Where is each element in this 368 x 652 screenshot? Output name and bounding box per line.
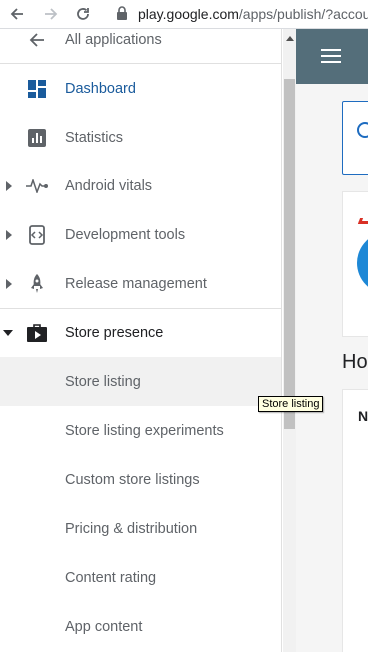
- sidebar-subitem-label: Store listing experiments: [65, 422, 224, 439]
- forward-arrow-icon[interactable]: [40, 3, 62, 25]
- sidebar-item-label: Dashboard: [65, 80, 136, 97]
- sidebar-subitem-label: App content: [65, 618, 143, 635]
- app-header: [296, 29, 368, 84]
- search-card[interactable]: [342, 101, 368, 175]
- lock-icon: [116, 5, 128, 26]
- sidebar-item-label: Store presence: [65, 324, 164, 341]
- sidebar-item-label: Release management: [65, 275, 207, 292]
- sidebar-item-dashboard[interactable]: Dashboard: [0, 64, 281, 113]
- browser-toolbar: play.google.com/apps/publish/?accou: [0, 0, 368, 29]
- sidebar-item-all-applications[interactable]: All applications: [0, 29, 281, 64]
- rocket-icon: [26, 273, 48, 295]
- sidebar-subitem-label: Pricing & distribution: [65, 520, 198, 537]
- sidebar-item-android-vitals[interactable]: Android vitals: [0, 161, 281, 210]
- menu-icon[interactable]: [321, 49, 341, 65]
- arrow-back-icon: [26, 29, 48, 51]
- sidebar-subitem-label: Content rating: [65, 569, 157, 586]
- sidebar-subitem-label: Custom store listings: [65, 471, 200, 488]
- sidebar-item-development-tools[interactable]: Development tools: [0, 210, 281, 259]
- sidebar-item-label: Android vitals: [65, 177, 153, 194]
- caret-right-icon: [6, 180, 12, 191]
- dev-tools-icon: [26, 224, 48, 246]
- back-arrow-icon[interactable]: [6, 3, 28, 25]
- screen: play.google.com/apps/publish/?accou All …: [0, 0, 368, 652]
- sidebar-subitem-pricing-distribution[interactable]: Pricing & distribution: [0, 504, 281, 553]
- caret-down-icon: [3, 329, 13, 336]
- app-card[interactable]: [342, 191, 368, 337]
- sidebar-subitem-content-rating[interactable]: Content rating: [0, 553, 281, 602]
- sidebar: All applications Dashboard Statistics An…: [0, 29, 282, 652]
- url-path: /apps/publish/?accou: [238, 6, 368, 22]
- search-icon: [357, 122, 368, 138]
- sidebar-item-label: All applications: [65, 31, 162, 48]
- sidebar-scrollbar[interactable]: [283, 29, 296, 652]
- sidebar-item-store-presence[interactable]: Store presence: [0, 308, 281, 357]
- sidebar-subitem-label: Store listing: [65, 373, 141, 390]
- sidebar-subitem-store-listing-experiments[interactable]: Store listing experiments: [0, 406, 281, 455]
- address-bar[interactable]: play.google.com/apps/publish/?accou: [138, 6, 368, 22]
- content-card: N: [342, 389, 368, 652]
- card-title: N: [358, 408, 368, 424]
- sidebar-subitem-store-listing[interactable]: Store listing: [0, 357, 281, 406]
- sidebar-item-label: Statistics: [65, 129, 124, 146]
- sidebar-item-release-management[interactable]: Release management: [0, 259, 281, 308]
- dashboard-icon: [26, 78, 48, 100]
- sidebar-subitem-app-content[interactable]: App content: [0, 602, 281, 651]
- store-bag-icon: [26, 322, 48, 344]
- pulse-icon: [26, 175, 48, 197]
- tooltip: Store listing: [258, 396, 324, 412]
- reload-icon[interactable]: [72, 3, 94, 25]
- url-host: play.google.com: [138, 6, 239, 22]
- bar-chart-icon: [26, 127, 48, 149]
- caret-right-icon: [6, 278, 12, 289]
- section-heading: Ho: [342, 351, 368, 373]
- main-content: Ho N: [296, 29, 368, 652]
- sidebar-item-label: Development tools: [65, 226, 186, 243]
- caret-right-icon: [6, 229, 12, 240]
- logo-mark: [357, 218, 368, 224]
- scrollbar-thumb[interactable]: [284, 79, 295, 429]
- app-logo: [357, 232, 368, 294]
- scroll-up-arrow-icon[interactable]: [283, 29, 296, 47]
- sidebar-item-statistics[interactable]: Statistics: [0, 113, 281, 162]
- sidebar-subitem-custom-store-listings[interactable]: Custom store listings: [0, 455, 281, 504]
